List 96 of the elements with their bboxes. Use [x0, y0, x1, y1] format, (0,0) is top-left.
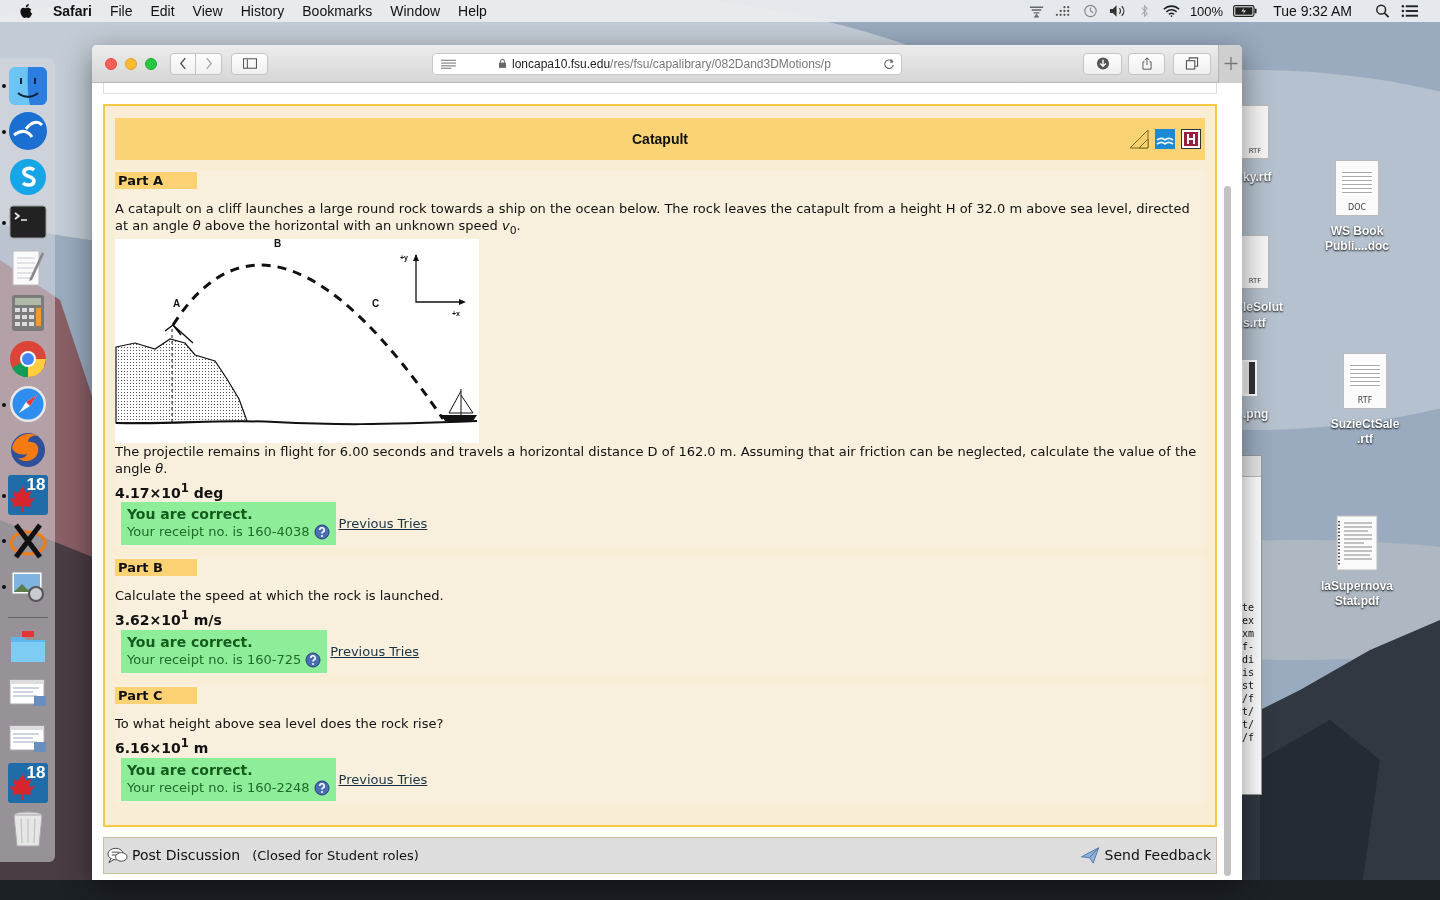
answer-value: 3.62×10$^{1}$ m/s: [115, 607, 222, 629]
framed-square-icon[interactable]: [1181, 129, 1201, 149]
battery-percentage: 100%: [1189, 3, 1224, 19]
question-text: To what height above sea level does the rock rise?: [115, 714, 444, 732]
point-label: A: [173, 297, 181, 309]
problem-title: Catapult: [632, 131, 688, 147]
tabs-icon: [1185, 57, 1199, 70]
download-button[interactable]: [1083, 52, 1122, 75]
download-icon: [1095, 57, 1110, 70]
send-feedback-link[interactable]: Send Feedback: [1104, 847, 1211, 864]
help-icon[interactable]: [305, 651, 322, 668]
compass-icon[interactable]: [7, 384, 48, 425]
question-text: A catapult on a cliff launches a large round rock towards a ship on the ocean below. The rock leaves the catapult from a height H of 32.0 m above sea level, directed at an angle θ above the horizontal with an unknown speed v$_{0}$.: [115, 200, 1191, 239]
window-text: /f: [1242, 731, 1256, 744]
answer-value: 6.16×10$^{1}$ m: [115, 734, 209, 757]
reader-icon[interactable]: [441, 58, 456, 69]
window-text: st: [1242, 679, 1256, 692]
feedback-title: You are correct.: [127, 506, 253, 524]
menu-clock[interactable]: Tue 9:32 AM: [1273, 3, 1352, 19]
speech-bubbles-icon[interactable]: [107, 846, 128, 865]
window-text: ex: [1242, 614, 1256, 627]
sidebar-icon: [242, 57, 257, 70]
question-text: The projectile remains in flight for 6.00 seconds and travels a horizontal distance D of 162.0 m. Assuming that air friction can be neglected, calculate the value of the angle θ.: [115, 442, 1198, 477]
window-text: f-: [1242, 640, 1256, 653]
help-icon[interactable]: [313, 779, 330, 796]
open-book-icon[interactable]: [1155, 129, 1175, 149]
s-swirl-icon[interactable]: [7, 156, 48, 197]
window-text: xm: [1242, 627, 1256, 640]
sidebar-button[interactable]: [231, 52, 268, 75]
menu-item[interactable]: Help: [458, 3, 487, 19]
volume-icon[interactable]: [1108, 4, 1126, 18]
clock-icon[interactable]: [1081, 4, 1099, 18]
tricolor-circle-icon[interactable]: [7, 338, 48, 379]
chevron-left-icon: [178, 57, 188, 70]
part-label: Part C: [115, 686, 197, 704]
window-title-bar: [1242, 456, 1261, 477]
wifi-icon[interactable]: [1162, 4, 1180, 18]
sailboat-drawing: [441, 388, 477, 421]
address-field[interactable]: loncapa10.fsu.edu/res/fsu/capalibrary/082Dand3DMotions/p: [432, 52, 902, 75]
chevron-right-icon: [204, 57, 213, 70]
url-text: loncapa10.fsu.edu/res/fsu/capalibrary/082Dand3DMotions/p: [512, 56, 831, 71]
window-text: t/: [1242, 705, 1256, 718]
previous-tries-link[interactable]: Previous Tries: [330, 643, 420, 659]
receipt-text: Your receipt no. is 160-725: [127, 650, 302, 669]
catapult-drawing: [164, 323, 194, 344]
maple-leaf-icon[interactable]: 18: [7, 763, 48, 804]
battery-icon[interactable]: [1233, 5, 1258, 17]
back-button[interactable]: [170, 52, 196, 75]
window-text: te: [1242, 601, 1256, 614]
lock-icon: [499, 59, 506, 68]
window-text: is: [1242, 666, 1256, 679]
signal-dots-icon[interactable]: [1054, 4, 1072, 18]
gull-circle-icon[interactable]: [7, 111, 48, 152]
previous-tries-link[interactable]: Previous Tries: [338, 771, 428, 787]
previous-tries-link[interactable]: Previous Tries: [338, 516, 428, 532]
part-label: Part B: [115, 559, 197, 577]
menu-item[interactable]: Bookmarks: [302, 3, 373, 19]
part-label: Part A: [115, 172, 197, 189]
window-text: /f: [1242, 692, 1256, 705]
apple-icon[interactable]: [20, 3, 33, 19]
menu-item[interactable]: History: [240, 3, 285, 19]
document-icon[interactable]: RTF: [1343, 353, 1387, 409]
window-text: t/: [1242, 718, 1256, 731]
tabs-button[interactable]: [1173, 52, 1211, 75]
list-icon[interactable]: [1401, 4, 1418, 18]
reload-icon[interactable]: [883, 57, 895, 70]
feedback-title: You are correct.: [127, 633, 253, 651]
point-label: C: [372, 297, 380, 309]
share-button[interactable]: [1128, 52, 1165, 75]
document-icon[interactable]: DOC: [1335, 160, 1379, 216]
question-text: Calculate the speed at which the rock is launched.: [115, 587, 444, 605]
closed-note: (Closed for Student roles): [252, 847, 419, 863]
receipt-text: Your receipt no. is 160-2248: [127, 778, 310, 797]
window-text: di: [1242, 653, 1256, 666]
image-thumbnail-icon[interactable]: [1242, 360, 1257, 396]
help-icon[interactable]: [313, 524, 330, 541]
menu-item[interactable]: Edit: [150, 3, 175, 19]
point-label: B: [274, 238, 282, 249]
document-icon[interactable]: [1335, 515, 1379, 571]
feedback-title: You are correct.: [127, 761, 253, 779]
paper-plane-icon[interactable]: [1079, 846, 1101, 865]
search-icon[interactable]: [1374, 4, 1391, 18]
post-discussion-link[interactable]: Post Discussion: [132, 847, 241, 864]
axes-drawing: [413, 253, 466, 305]
zoom-button[interactable]: [145, 57, 157, 70]
app-menu[interactable]: Safari: [53, 3, 92, 19]
receipt-text: Your receipt no. is 160-4038: [127, 523, 310, 542]
maple-leaf-icon[interactable]: 18: [7, 475, 48, 516]
cast-icon[interactable]: [1027, 4, 1045, 18]
share-icon: [1139, 57, 1154, 70]
menu-item[interactable]: Window: [390, 3, 441, 19]
menu-item[interactable]: File: [109, 3, 133, 19]
close-button[interactable]: [105, 57, 117, 70]
menu-item[interactable]: View: [192, 3, 223, 19]
answer-value: 4.17×10$^{1}$ deg: [115, 479, 224, 502]
plus-icon: [1223, 57, 1238, 70]
